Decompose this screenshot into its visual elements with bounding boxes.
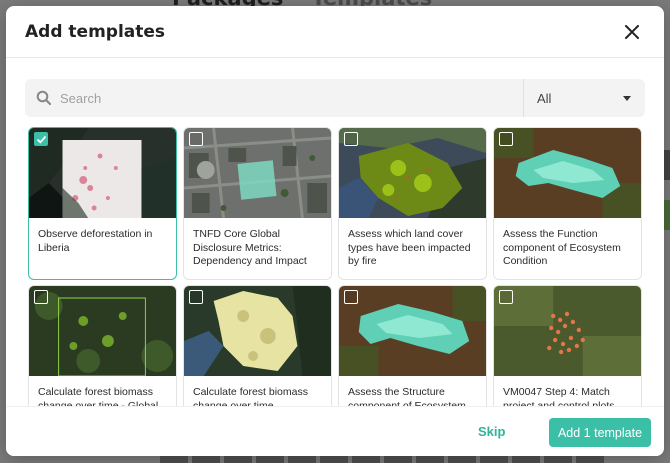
template-checkbox[interactable] — [34, 132, 48, 146]
template-checkbox[interactable] — [189, 132, 203, 146]
template-title: VM0047 Step 4: Match project and control… — [503, 386, 615, 407]
search-input[interactable] — [60, 90, 523, 106]
template-thumbnail — [494, 286, 641, 376]
template-thumbnail — [339, 286, 486, 376]
template-grid: Observe deforestation in Liberia TNFD Co… — [28, 127, 648, 407]
dialog-header: Add templates — [6, 6, 664, 58]
filter-dropdown-value: All — [537, 90, 552, 106]
template-card-fire-impact[interactable]: Assess which land cover types have been … — [338, 127, 487, 280]
template-thumbnail — [29, 286, 176, 376]
template-card-structure-component[interactable]: Assess the Structure component of Ecosys… — [338, 285, 487, 407]
search-bar: All — [25, 79, 645, 117]
template-checkbox[interactable] — [499, 132, 513, 146]
background-thumbnail — [664, 150, 670, 180]
filter-dropdown[interactable]: All — [523, 79, 645, 117]
template-checkbox[interactable] — [499, 290, 513, 304]
background-thumbnail — [664, 200, 670, 230]
search-icon — [36, 90, 52, 106]
template-checkbox[interactable] — [189, 290, 203, 304]
caret-down-icon — [623, 95, 631, 101]
template-thumbnail — [184, 128, 331, 218]
template-title: Observe deforestation in Liberia — [38, 228, 153, 254]
checkmark-icon — [36, 135, 46, 144]
template-thumbnail — [184, 286, 331, 376]
template-title: Calculate forest biomass change over tim… — [193, 386, 308, 407]
template-title: Assess the Structure component of Ecosys… — [348, 386, 466, 407]
dialog-title: Add templates — [25, 21, 166, 42]
template-checkbox[interactable] — [34, 290, 48, 304]
template-card-biomass[interactable]: Calculate forest biomass change over tim… — [183, 285, 332, 407]
template-card-tnfd[interactable]: TNFD Core Global Disclosure Metrics: Dep… — [183, 127, 332, 280]
background-thumbnail-strip — [160, 455, 670, 463]
template-title: Assess the Function component of Ecosyst… — [503, 228, 621, 267]
template-title: TNFD Core Global Disclosure Metrics: Dep… — [193, 228, 307, 267]
template-checkbox[interactable] — [344, 132, 358, 146]
dialog-footer: Skip Add 1 template — [6, 406, 664, 456]
template-thumbnail — [494, 128, 641, 218]
close-icon — [625, 24, 639, 39]
add-templates-dialog: Add templates All — [6, 6, 664, 456]
template-card-function-component[interactable]: Assess the Function component of Ecosyst… — [493, 127, 642, 280]
template-thumbnail — [339, 128, 486, 218]
template-card-biomass-global[interactable]: Calculate forest biomass change over tim… — [28, 285, 177, 407]
skip-button[interactable]: Skip — [478, 424, 505, 439]
template-title: Calculate forest biomass change over tim… — [38, 386, 159, 407]
template-title: Assess which land cover types have been … — [348, 228, 471, 267]
template-card-liberia-deforestation[interactable]: Observe deforestation in Liberia — [28, 127, 177, 280]
close-button[interactable] — [620, 20, 644, 44]
add-template-button[interactable]: Add 1 template — [549, 418, 651, 447]
template-card-vm0047[interactable]: VM0047 Step 4: Match project and control… — [493, 285, 642, 407]
template-checkbox[interactable] — [344, 290, 358, 304]
template-thumbnail — [29, 128, 176, 218]
